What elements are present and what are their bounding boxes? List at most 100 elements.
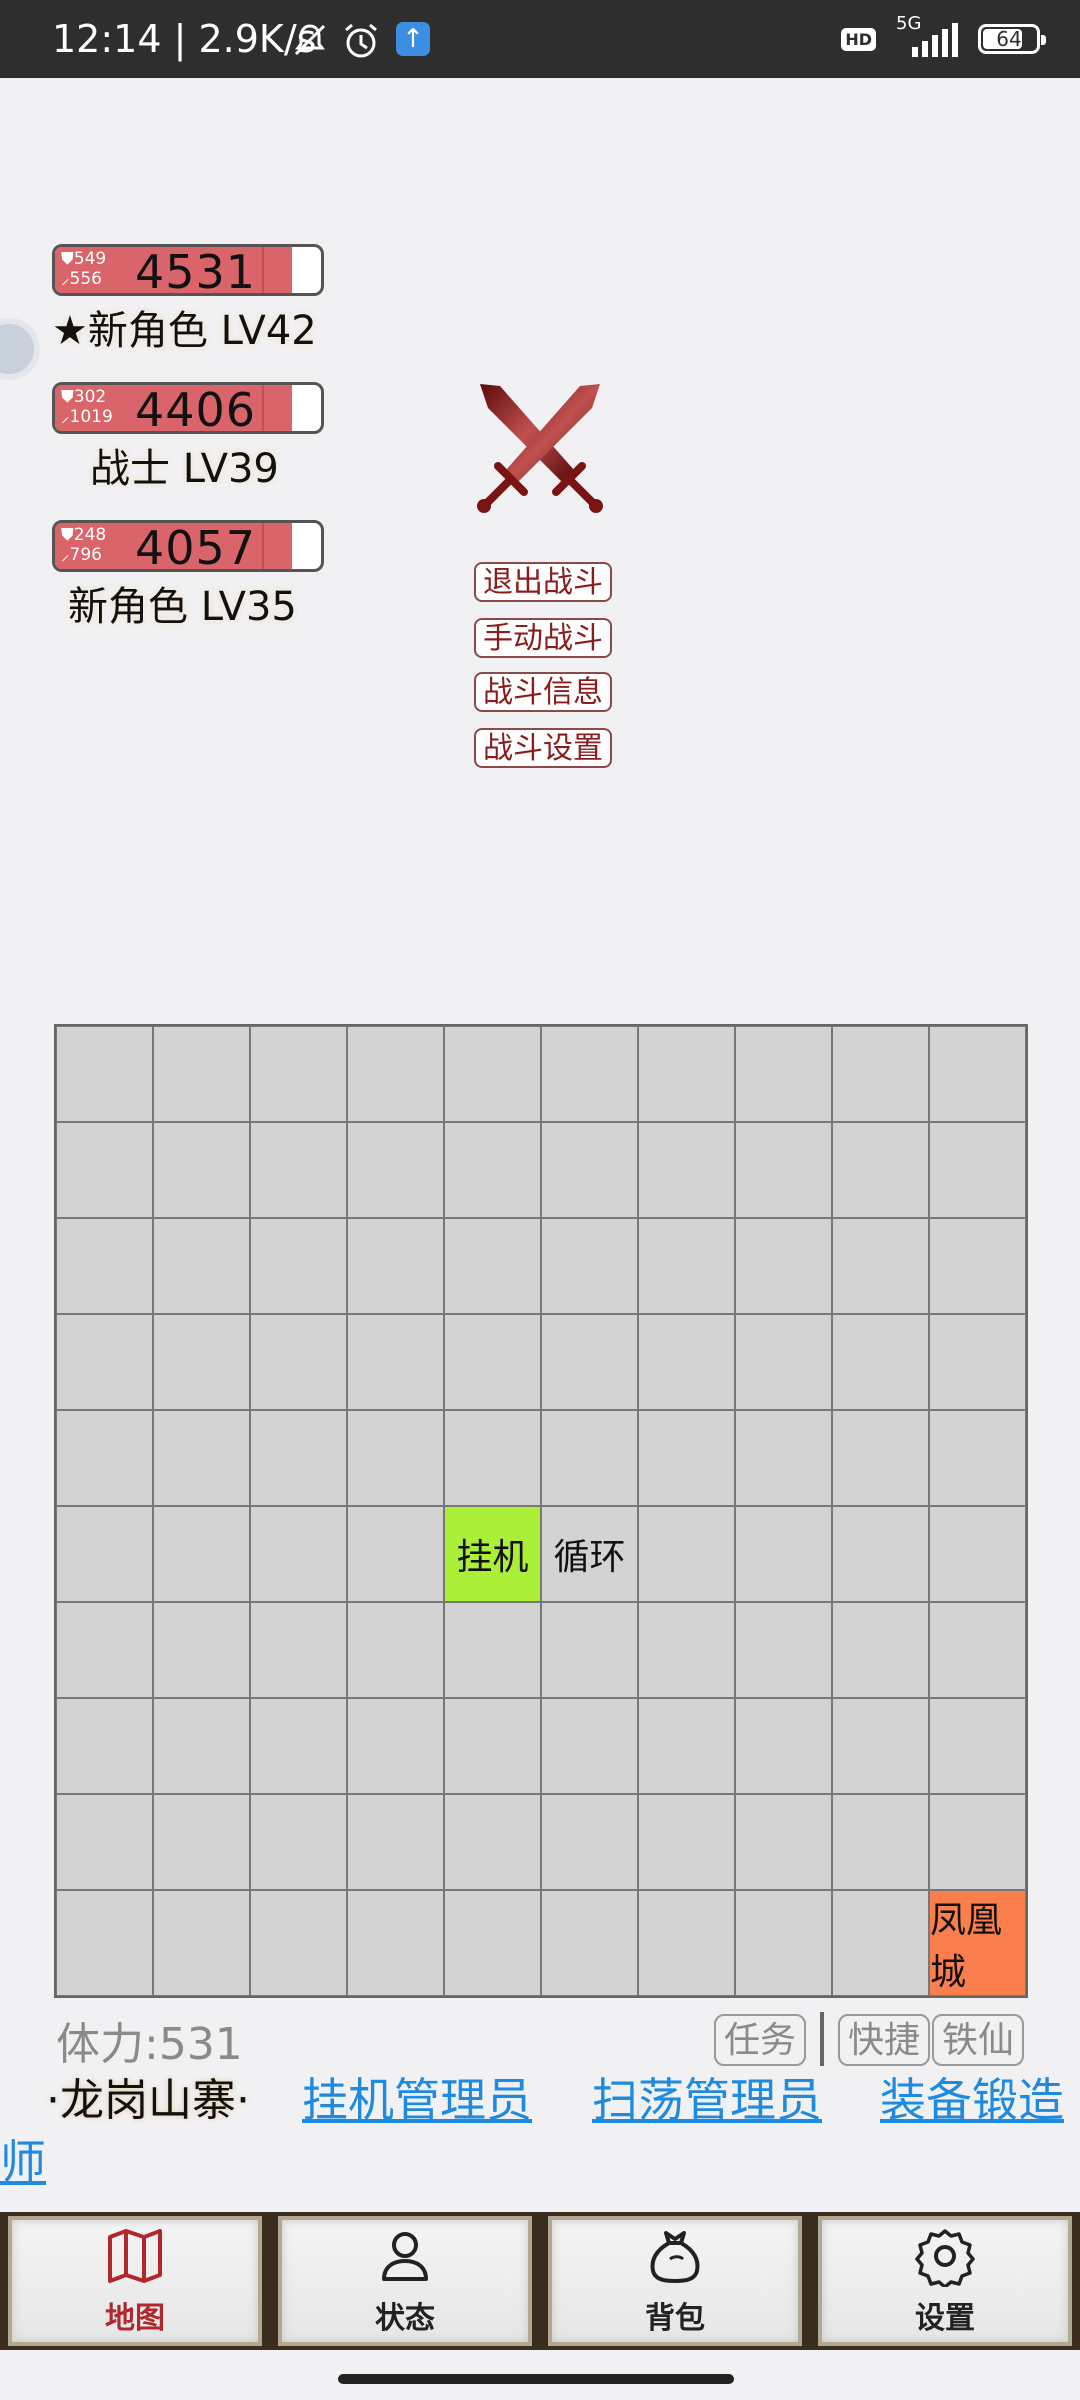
map-cell[interactable] xyxy=(929,1218,1026,1314)
map-cell[interactable] xyxy=(56,1218,153,1314)
map-cell[interactable] xyxy=(250,1314,347,1410)
map-cell[interactable] xyxy=(250,1122,347,1218)
nav-settings[interactable]: 设置 xyxy=(818,2216,1072,2346)
map-cell[interactable] xyxy=(638,1602,735,1698)
map-cell[interactable] xyxy=(735,1122,832,1218)
map-cell[interactable] xyxy=(735,1026,832,1122)
nav-map[interactable]: 地图 xyxy=(8,2216,262,2346)
map-cell[interactable] xyxy=(347,1506,444,1602)
map-cell[interactable] xyxy=(153,1314,250,1410)
manual-battle-button[interactable]: 手动战斗 xyxy=(474,618,612,658)
map-cell[interactable] xyxy=(153,1602,250,1698)
nav-status[interactable]: 状态 xyxy=(278,2216,532,2346)
idle-manager-link[interactable]: 挂机管理员 xyxy=(302,2064,532,2130)
crossed-swords-icon[interactable] xyxy=(470,380,610,520)
map-cell[interactable] xyxy=(56,1026,153,1122)
map-cell[interactable] xyxy=(929,1122,1026,1218)
map-cell[interactable] xyxy=(735,1890,832,1996)
map-cell[interactable] xyxy=(541,1890,638,1996)
map-cell[interactable] xyxy=(444,1602,541,1698)
map-cell[interactable] xyxy=(832,1602,929,1698)
map-cell-labeled[interactable]: 凤凰城 xyxy=(929,1890,1026,1996)
map-cell[interactable] xyxy=(153,1698,250,1794)
equipment-forge-link-wrap[interactable]: 师 xyxy=(0,2126,46,2192)
map-cell[interactable] xyxy=(735,1698,832,1794)
map-cell[interactable] xyxy=(735,1602,832,1698)
map-cell[interactable] xyxy=(638,1026,735,1122)
map-cell[interactable] xyxy=(444,1122,541,1218)
map-cell[interactable] xyxy=(929,1506,1026,1602)
map-cell[interactable] xyxy=(347,1122,444,1218)
map-cell[interactable] xyxy=(56,1602,153,1698)
map-cell[interactable] xyxy=(832,1410,929,1506)
map-cell[interactable] xyxy=(735,1314,832,1410)
character-card-3[interactable]: ⛊248 ⸝796 4057 新角色 LV35 xyxy=(52,520,342,632)
map-cell[interactable] xyxy=(638,1314,735,1410)
map-cell[interactable] xyxy=(638,1698,735,1794)
map-cell[interactable] xyxy=(56,1410,153,1506)
shortcut-button[interactable]: 快捷 xyxy=(838,2014,930,2066)
map-cell[interactable] xyxy=(832,1122,929,1218)
map-cell[interactable] xyxy=(832,1890,929,1996)
map-cell[interactable] xyxy=(56,1698,153,1794)
map-cell[interactable] xyxy=(832,1314,929,1410)
map-cell[interactable] xyxy=(444,1314,541,1410)
home-indicator[interactable] xyxy=(338,2374,734,2384)
map-cell[interactable] xyxy=(541,1410,638,1506)
map-cell[interactable] xyxy=(832,1794,929,1890)
map-cell[interactable] xyxy=(56,1314,153,1410)
map-cell[interactable] xyxy=(56,1794,153,1890)
map-cell[interactable] xyxy=(444,1026,541,1122)
tiexian-button[interactable]: 铁仙 xyxy=(932,2014,1024,2066)
map-cell[interactable] xyxy=(638,1410,735,1506)
map-cell[interactable] xyxy=(541,1698,638,1794)
map-cell[interactable] xyxy=(929,1026,1026,1122)
map-cell[interactable] xyxy=(250,1026,347,1122)
map-cell[interactable] xyxy=(153,1410,250,1506)
map-cell-labeled[interactable]: 循环 xyxy=(541,1506,638,1602)
map-cell[interactable] xyxy=(250,1698,347,1794)
map-cell[interactable] xyxy=(250,1602,347,1698)
map-cell[interactable] xyxy=(347,1698,444,1794)
map-cell[interactable] xyxy=(638,1122,735,1218)
sweep-manager-link[interactable]: 扫荡管理员 xyxy=(592,2064,822,2130)
map-cell[interactable] xyxy=(541,1218,638,1314)
map-cell[interactable] xyxy=(153,1890,250,1996)
map-cell[interactable] xyxy=(444,1410,541,1506)
map-cell[interactable] xyxy=(638,1890,735,1996)
map-cell[interactable] xyxy=(735,1218,832,1314)
map-cell[interactable] xyxy=(56,1506,153,1602)
map-cell[interactable] xyxy=(153,1506,250,1602)
map-cell[interactable] xyxy=(250,1410,347,1506)
map-cell[interactable] xyxy=(153,1794,250,1890)
map-cell[interactable] xyxy=(541,1794,638,1890)
map-cell[interactable] xyxy=(347,1026,444,1122)
quest-button[interactable]: 任务 xyxy=(714,2014,806,2066)
map-cell[interactable] xyxy=(832,1506,929,1602)
map-cell[interactable] xyxy=(929,1602,1026,1698)
map-cell[interactable] xyxy=(347,1314,444,1410)
map-cell[interactable] xyxy=(541,1122,638,1218)
map-cell[interactable] xyxy=(444,1218,541,1314)
map-cell[interactable] xyxy=(250,1890,347,1996)
map-cell[interactable] xyxy=(347,1602,444,1698)
map-cell[interactable] xyxy=(638,1506,735,1602)
map-cell[interactable] xyxy=(444,1794,541,1890)
floating-assist-bubble[interactable] xyxy=(0,318,40,380)
map-cell[interactable] xyxy=(929,1314,1026,1410)
map-cell[interactable] xyxy=(638,1794,735,1890)
map-cell[interactable] xyxy=(444,1890,541,1996)
map-cell[interactable] xyxy=(929,1698,1026,1794)
map-cell[interactable] xyxy=(832,1218,929,1314)
map-cell[interactable] xyxy=(929,1794,1026,1890)
map-cell[interactable] xyxy=(56,1890,153,1996)
map-cell[interactable] xyxy=(347,1218,444,1314)
exit-battle-button[interactable]: 退出战斗 xyxy=(474,562,612,602)
map-cell[interactable] xyxy=(347,1794,444,1890)
map-cell[interactable] xyxy=(250,1218,347,1314)
character-card-2[interactable]: ⛊302 ⸝1019 4406 战士 LV39 xyxy=(52,382,342,494)
equipment-forge-link[interactable]: 装备锻造 xyxy=(880,2064,1064,2130)
map-cell[interactable] xyxy=(56,1122,153,1218)
map-cell-labeled[interactable]: 挂机 xyxy=(444,1506,541,1602)
map-cell[interactable] xyxy=(929,1410,1026,1506)
